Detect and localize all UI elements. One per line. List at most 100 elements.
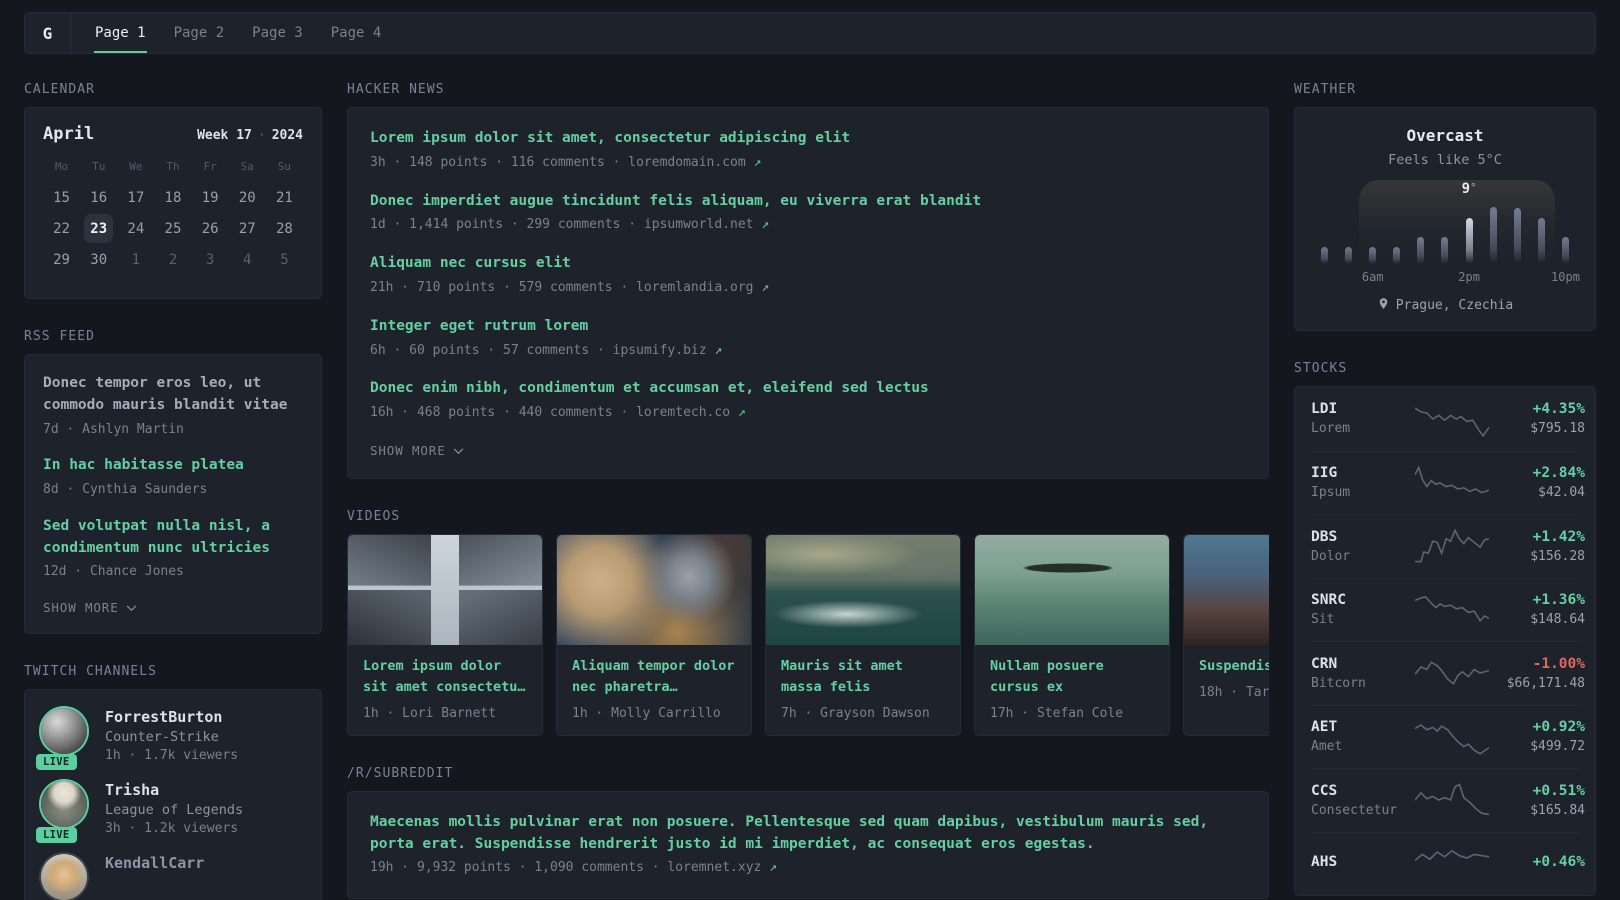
stock-row[interactable]: CCS Consectetur +0.51% $165.84 [1311,768,1585,832]
stock-name: Consectetur [1311,802,1398,818]
twitch-channel-name[interactable]: KendallCarr [105,854,204,872]
weather-feels-like: Feels like 5°C [1388,152,1502,168]
hackernews-item-domain[interactable]: loremlandia.org [636,280,753,295]
calendar-day: 18 [164,189,182,206]
weather-peak-temp: 9° [1461,181,1477,197]
twitch-channel-row[interactable]: LIVE ForrestBurton Counter-Strike 1h · 1… [36,708,305,771]
video-title[interactable]: Lorem ipsum dolor sit amet consectetu… [348,645,542,698]
hackernews-item-title[interactable]: Donec imperdiet augue tincidunt felis al… [370,191,1246,213]
stock-row[interactable]: CRN Bitcorn -1.00% $66,171.48 [1311,641,1585,705]
stock-ticker: LDI [1311,401,1338,418]
hackernews-item-meta: 16h · 468 points · 440 comments · loremt… [370,405,746,421]
rss-item: Sed volutpat nulla nisl, a condimentum n… [43,516,303,582]
calendar-card: April Week 17 · 2024 Mo Tu We Th Fr Sa Su 15 16 17 1… [24,107,322,299]
stock-row[interactable]: IIG Ipsum +2.84% $42.04 [1311,450,1585,515]
weather-condition: Overcast [1406,126,1484,145]
top-navigation: G Page 1 Page 2 Page 3 Page 4 [24,12,1596,54]
video-thumbnail[interactable] [766,534,960,645]
hackernews-item-meta: 19h · 9,932 points · 1,090 comments · lo… [370,860,777,876]
video-thumbnail[interactable] [1184,534,1269,645]
video-card[interactable]: Nullam posuere cursus ex 17h · Stefan Co… [974,533,1170,736]
chevron-down-icon [126,600,137,615]
video-card[interactable]: Aliquam tempor dolor nec pharetra… 1h · … [556,533,752,736]
calendar-day: 27 [238,220,256,237]
video-card[interactable]: Mauris sit amet massa felis 7h · Grayson… [765,533,961,736]
stock-row[interactable]: AET Amet +0.92% $499.72 [1311,704,1585,769]
hackernews-item-domain[interactable]: ipsumworld.net [644,217,754,232]
video-card[interactable]: Suspendisse diam 18h · Tara [1183,533,1269,736]
twitch-channel-name[interactable]: Trisha [105,781,243,799]
video-title[interactable]: Nullam posuere cursus ex [975,645,1169,698]
external-link-icon: ↗ [761,217,770,233]
rss-item-title[interactable]: Donec tempor eros leo, ut commodo mauris… [43,373,303,417]
reddit-card: Maecenas mollis pulvinar erat non posuer… [347,790,1269,900]
rss-item-meta: 12d · Chance Jones [43,564,184,580]
stock-price: $148.64 [1530,612,1585,628]
stock-row[interactable]: AHS +0.46% [1311,831,1585,896]
rss-show-more-button[interactable]: SHOW MORE [43,600,303,615]
chevron-down-icon [453,443,464,458]
right-column: WEATHER Overcast Feels like 5°C 9° 6am 2p… [1294,82,1596,900]
hackernews-item-domain[interactable]: loremnet.xyz [667,860,761,875]
hackernews-item: Donec enim nibh, condimentum et accumsan… [370,378,1246,423]
video-meta: 17h · Stefan Cole [990,705,1124,721]
rss-item-title[interactable]: In hac habitasse platea [43,455,303,477]
nav-tab[interactable]: Page 3 [238,13,317,53]
stock-sparkline [1415,846,1489,882]
stock-row[interactable]: SNRC Sit +1.36% $148.64 [1311,577,1585,642]
app-logo[interactable]: G [25,13,71,53]
video-card[interactable]: Lorem ipsum dolor sit amet consectetu… 1… [347,533,543,736]
video-thumbnail[interactable] [557,534,751,645]
hackernews-list: Lorem ipsum dolor sit amet, consectetur … [370,128,1246,423]
hackernews-item-title[interactable]: Donec enim nibh, condimentum et accumsan… [370,378,1246,400]
video-thumbnail[interactable] [975,534,1169,645]
nav-tab-label: Page 3 [252,25,303,41]
twitch-channel-row[interactable]: LIVE Trisha League of Legends 3h · 1.2k … [36,781,305,844]
twitch-channel-category: League of Legends [105,802,244,819]
video-meta: 7h · Grayson Dawson [781,705,930,721]
calendar-day: 29 [53,251,70,268]
weather-chart: 9° 6am 2pm 10pm [1321,180,1580,284]
calendar-day: 21 [275,189,293,206]
stock-change: +4.35% [1532,401,1585,418]
stock-row[interactable]: DBS Dolor +1.42% $156.28 [1311,514,1585,578]
hackernews-item-title[interactable]: Integer eget rutrum lorem [370,316,1246,338]
rss-item-title[interactable]: Sed volutpat nulla nisl, a condimentum n… [43,516,303,560]
stock-change: -1.00% [1532,655,1585,672]
weather-bar [1561,237,1569,264]
rss-item-meta: 7d · Ashlyn Martin [43,421,184,437]
avatar [41,854,87,900]
hackernews-item-domain[interactable]: loremtech.co [636,405,730,420]
video-thumbnail[interactable] [348,534,542,645]
calendar-day: 17 [127,189,145,206]
nav-tab-label: Page 1 [95,25,146,41]
stock-name: Dolor [1311,548,1351,564]
external-link-icon: ↗ [753,154,762,170]
calendar-weekday-label: Sa [240,160,254,173]
stock-price: $42.04 [1538,485,1585,501]
stock-sparkline [1415,719,1489,755]
hackernews-item-title[interactable]: Aliquam nec cursus elit [370,253,1246,275]
weather-section-label: WEATHER [1294,82,1357,97]
stock-ticker: AHS [1311,853,1338,870]
video-title[interactable]: Suspendisse diam [1184,645,1269,677]
stock-row[interactable]: LDI Lorem +4.35% $795.18 [1311,387,1585,451]
nav-tab[interactable]: Page 1 [81,13,160,53]
video-title[interactable]: Mauris sit amet massa felis [766,645,960,698]
hackernews-show-more-button[interactable]: SHOW MORE [370,443,1246,458]
video-title[interactable]: Aliquam tempor dolor nec pharetra… [557,645,751,698]
hackernews-item-domain[interactable]: ipsumify.biz [613,343,707,358]
rss-card: Donec tempor eros leo, ut commodo mauris… [24,354,322,635]
stock-sparkline [1415,465,1489,501]
nav-tab[interactable]: Page 4 [317,13,396,53]
twitch-channel-name[interactable]: ForrestBurton [105,708,238,726]
twitch-channel-row[interactable]: KendallCarr [41,854,305,900]
hackernews-item-domain[interactable]: loremdomain.com [628,155,745,170]
stock-price: $156.28 [1530,548,1585,564]
stock-name: Sit [1311,612,1335,628]
calendar-day: 15 [53,189,70,206]
stock-sparkline [1415,655,1489,691]
hackernews-item-title[interactable]: Maecenas mollis pulvinar erat non posuer… [370,812,1246,856]
nav-tab[interactable]: Page 2 [160,13,239,53]
hackernews-item-title[interactable]: Lorem ipsum dolor sit amet, consectetur … [370,128,1246,150]
